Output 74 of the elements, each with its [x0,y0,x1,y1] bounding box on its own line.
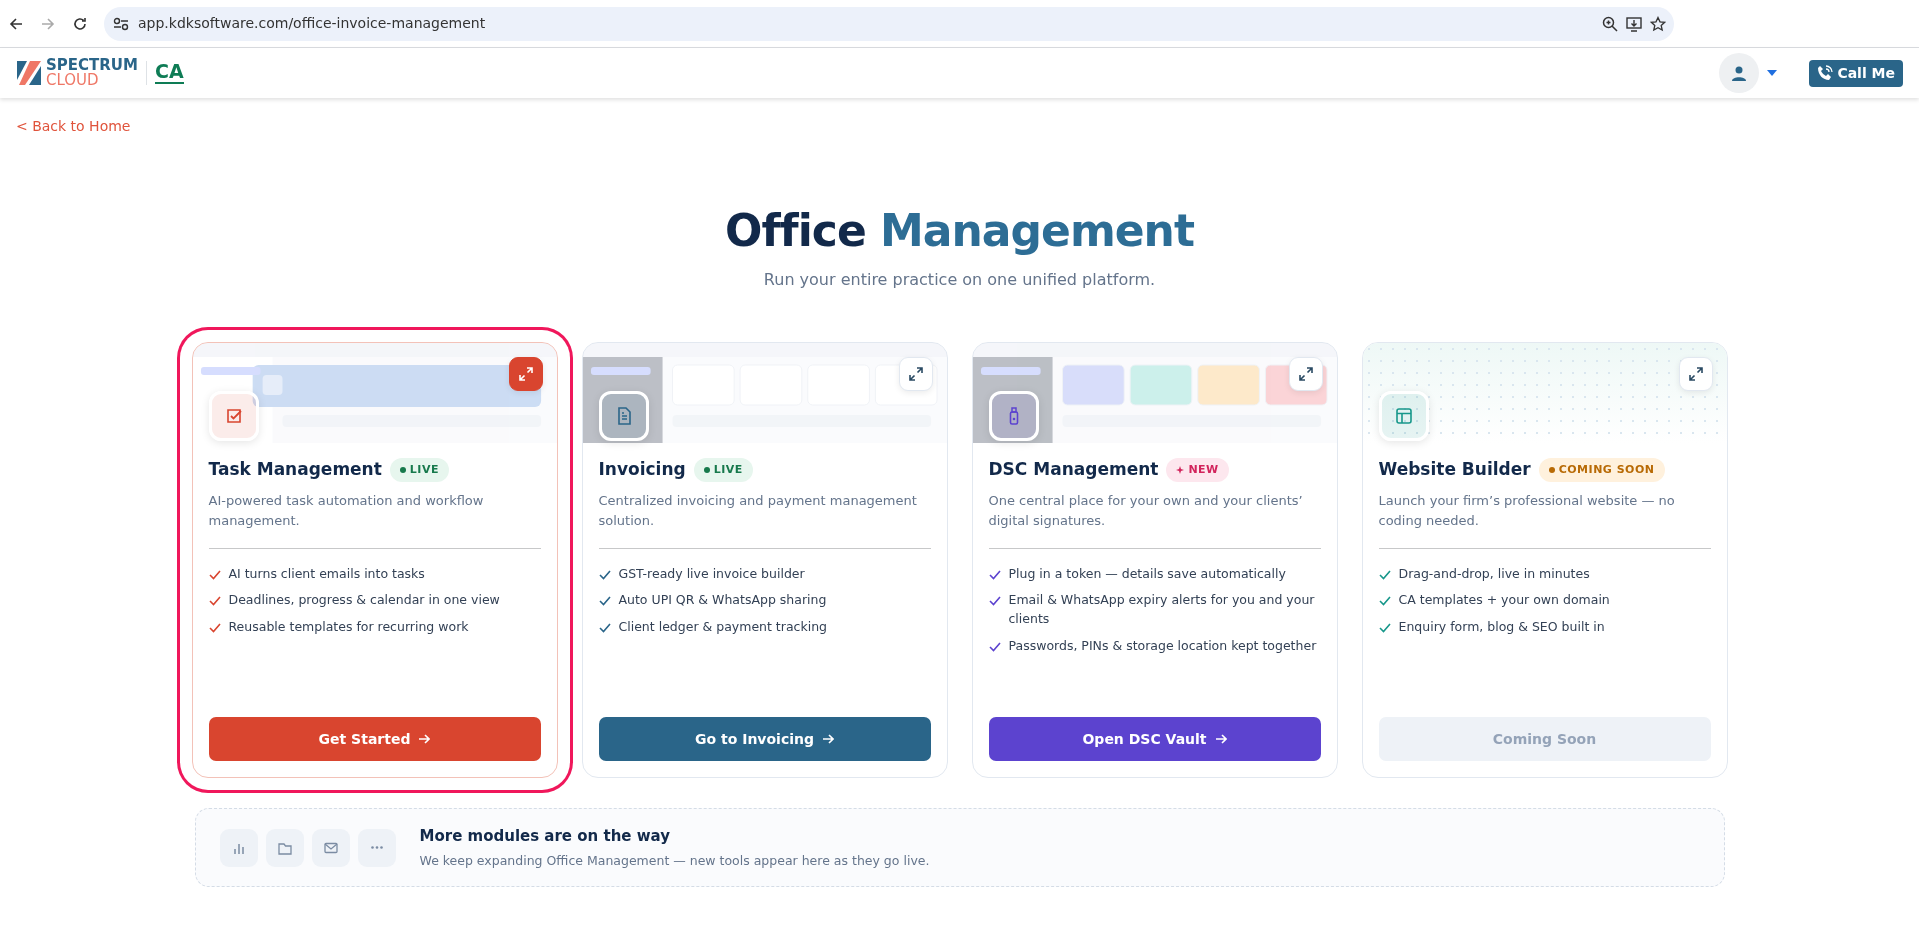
expand-icon [518,367,533,381]
status-dot-icon [1548,466,1555,473]
status-badge: LIVE [693,457,753,482]
feature-text: Reusable templates for recurring work [228,618,469,636]
status-dot-icon [703,466,710,473]
expand-icon [908,367,923,381]
card-title: Website Builder [1378,458,1531,481]
expand-icon [1688,367,1703,381]
expand-icon [1298,367,1313,381]
card-description: AI-powered task automation and workflow management. [208,491,485,530]
expand-button[interactable] [508,357,543,391]
check-icon [598,569,611,580]
feature-text: Enquiry form, blog & SEO built in [1398,618,1605,636]
more-icon [370,846,383,850]
check-icon [1378,596,1391,607]
star-icon[interactable] [1650,15,1666,32]
panel-text: We keep expanding Office Management — new tools appear here as they go live. [419,851,930,870]
check-icon [598,623,611,633]
card-title: DSC Management [988,458,1159,481]
feature-text: Passwords, PINs & storage location kept together [1008,636,1317,655]
logo-icon [16,60,42,86]
check-icon [208,596,221,607]
install-icon[interactable] [1626,15,1642,32]
feature-text: AI turns client emails into tasks [228,564,425,583]
phone-icon [1817,65,1834,81]
arrow-icon [418,733,431,745]
caret-icon[interactable] [1767,70,1778,76]
feature-text: GST-ready live invoice builder [618,564,805,583]
feature-text: CA templates + your own domain [1398,591,1610,610]
check-icon [598,596,611,607]
check-icon [208,623,221,633]
check-icon [1378,623,1391,633]
card-description: Launch your firm’s professional website — no coding needed. [1378,491,1676,530]
sparkle-icon [1176,465,1185,474]
action-button[interactable]: Open DSC Vault [988,717,1321,761]
feature-text: Deadlines, progress & calendar in one view [228,591,500,610]
back-link[interactable]: < Back to Home [16,118,131,134]
feature-text: Auto UPI QR & WhatsApp sharing [618,591,827,610]
url-text: app.kdksoftware.com/office-invoice-management [138,14,486,33]
status-badge: NEW [1166,457,1229,482]
reload-icon[interactable] [72,15,88,32]
action-button[interactable]: Get Started [208,717,541,761]
feature-text: Drag-and-drop, live in minutes [1398,564,1590,583]
page-title: Office Management [724,204,1195,258]
check-icon [208,569,221,580]
status-badge: LIVE [389,457,449,482]
arrow-icon [1214,733,1227,745]
action-button[interactable]: Go to Invoicing [598,717,931,761]
card-title: Invoicing [598,458,686,481]
site-settings-icon[interactable] [112,16,130,31]
card-description: One central place for your own and your clients’ digital signatures. [988,491,1304,530]
status-dot-icon [399,466,406,473]
card-title: Task Management [208,458,382,481]
call-button[interactable]: Call Me [1809,59,1903,87]
arrow-icon [822,733,834,745]
logo-subtext: CLOUD [46,73,100,88]
zoom-icon[interactable] [1602,15,1618,32]
feature-text: Email & WhatsApp expiry alerts for you and your clients [1008,591,1316,628]
logo-suffix: CA [154,60,184,84]
check-icon [988,569,1001,580]
address-bar[interactable]: app.kdksoftware.com/office-invoice-management [104,6,1674,41]
check-icon [1378,569,1391,580]
panel-title: More modules are on the way [419,826,671,847]
back-icon[interactable] [8,15,24,32]
user-avatar[interactable] [1719,53,1760,93]
logo-text: SPECTRUM [46,58,138,73]
feature-text: Client ledger & payment tracking [618,618,827,636]
layout-icon [1393,406,1414,426]
status-badge: COMING SOON [1538,457,1665,482]
check-icon [988,596,1001,607]
feature-text: Plug in a token — details save automatically [1008,564,1286,583]
check-icon [988,641,1001,652]
page-subtitle: Run your entire practice on one unified platform. [762,269,1157,291]
card-description: Centralized invoicing and payment management solution. [598,491,918,530]
